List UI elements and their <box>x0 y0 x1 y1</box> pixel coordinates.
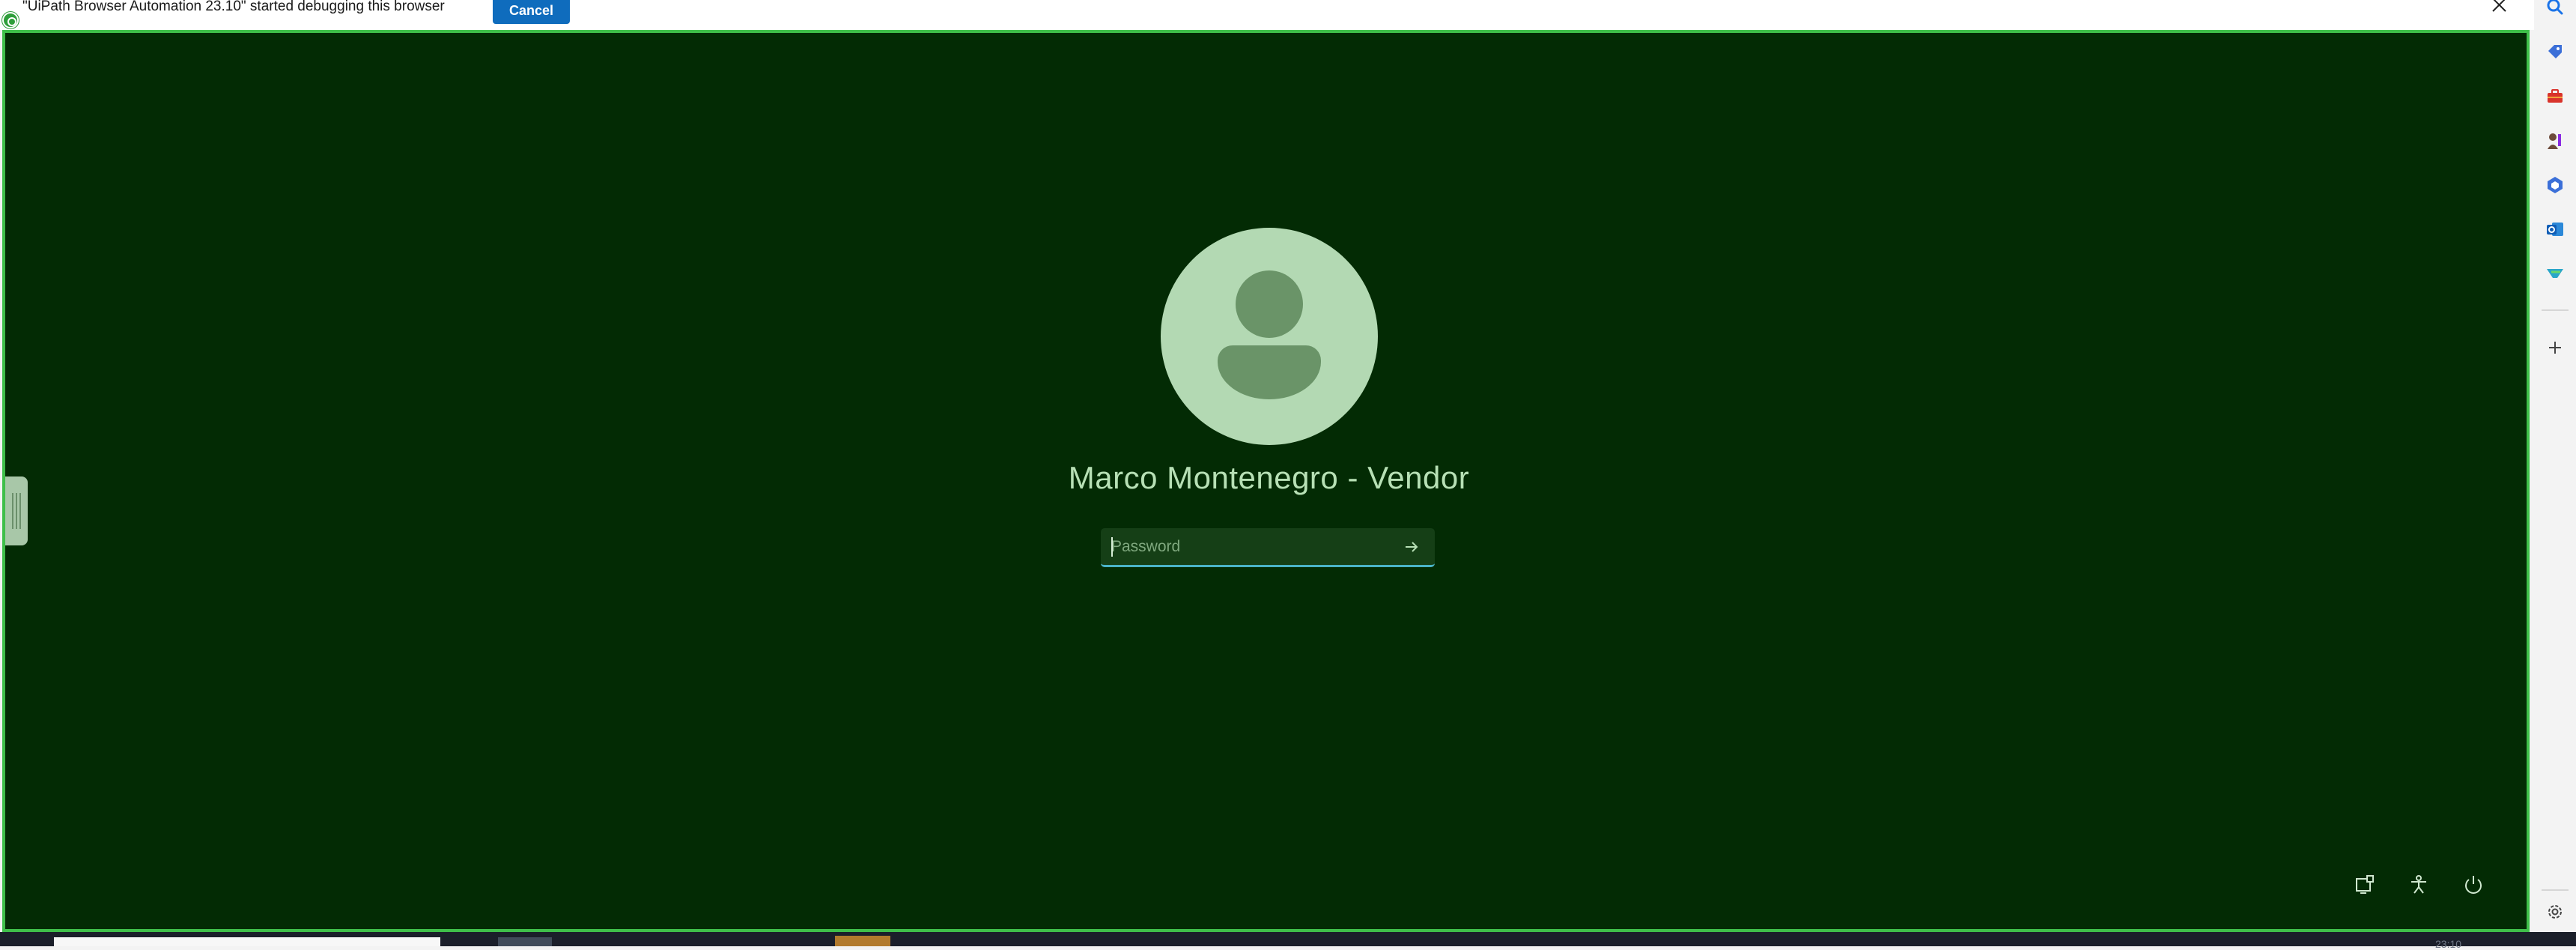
accessibility-icon[interactable] <box>2404 870 2434 900</box>
user-name: Marco Montenegro - Vendor <box>1068 460 1470 495</box>
user-avatar <box>1161 228 1378 445</box>
microsoft-365-icon[interactable] <box>2545 175 2566 196</box>
debugging-infobar: "UiPath Browser Automation 23.10" starte… <box>0 0 2534 30</box>
infobar-message: "UiPath Browser Automation 23.10" starte… <box>22 0 445 14</box>
avatar-head <box>1236 270 1303 338</box>
text-caret <box>1111 537 1113 557</box>
taskbar-search[interactable] <box>54 937 440 946</box>
avatar-body <box>1218 345 1321 399</box>
settings-icon[interactable] <box>2545 901 2566 922</box>
outlook-icon[interactable] <box>2545 219 2566 240</box>
power-icon[interactable] <box>2458 870 2488 900</box>
uipath-logo-icon <box>2 12 19 28</box>
drop-icon[interactable] <box>2545 264 2566 285</box>
edge-sidebar <box>2534 0 2576 946</box>
network-icon[interactable] <box>2350 870 2380 900</box>
taskbar-clock: 23:10 <box>2435 938 2462 950</box>
tools-icon[interactable] <box>2545 85 2566 106</box>
password-input[interactable] <box>1101 528 1393 565</box>
taskbar-app-active[interactable] <box>835 936 890 946</box>
add-icon[interactable] <box>2545 337 2566 358</box>
close-icon[interactable] <box>2488 0 2510 19</box>
connection-bar-handle[interactable] <box>5 476 28 545</box>
taskbar-app[interactable] <box>498 937 552 946</box>
cancel-button[interactable]: Cancel <box>493 0 570 24</box>
submit-arrow-icon[interactable] <box>1400 536 1423 558</box>
sidebar-divider <box>2542 889 2569 891</box>
games-icon[interactable] <box>2545 130 2566 151</box>
search-icon[interactable] <box>2545 0 2566 18</box>
password-box[interactable] <box>1101 528 1435 567</box>
remote-desktop-viewport[interactable]: Marco Montenegro - Vendor <box>2 30 2530 932</box>
sidebar-divider <box>2542 309 2569 311</box>
shopping-tag-icon[interactable] <box>2545 41 2566 62</box>
taskbar: 23:10 <box>0 932 2576 950</box>
